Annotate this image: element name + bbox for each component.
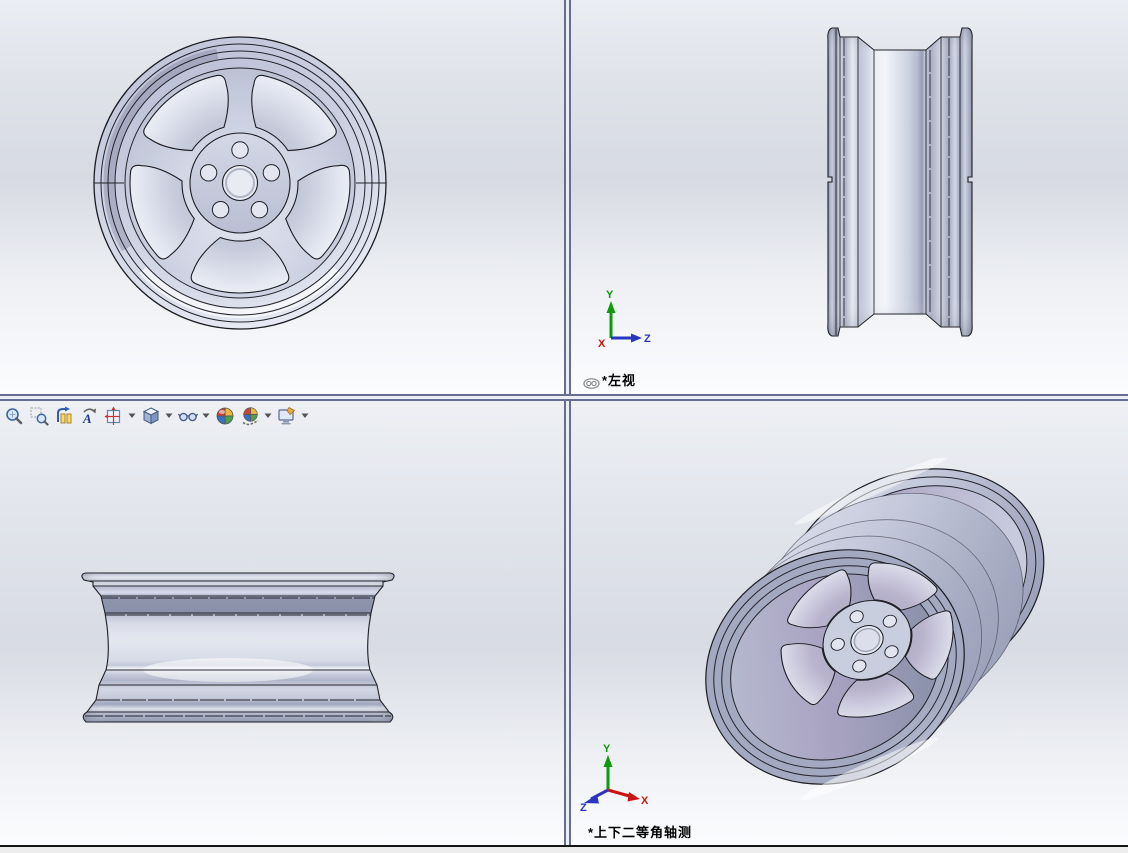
svg-text:A: A bbox=[82, 411, 92, 426]
chevron-down-icon bbox=[128, 413, 136, 419]
edit-appearance-button[interactable] bbox=[213, 405, 236, 428]
view-settings-dropdown[interactable] bbox=[300, 405, 310, 428]
apply-scene-dropdown[interactable] bbox=[263, 405, 273, 428]
viewport-dimetric[interactable] bbox=[571, 401, 1128, 845]
view-orientation-dropdown[interactable] bbox=[164, 405, 174, 428]
cad-four-viewport-window: A bbox=[0, 0, 1128, 853]
vertical-splitter[interactable] bbox=[564, 0, 571, 845]
hide-show-items-dropdown[interactable] bbox=[201, 405, 211, 428]
view-link-icon bbox=[583, 376, 600, 394]
triad-x-label: X bbox=[641, 795, 649, 807]
view-settings-button[interactable] bbox=[275, 405, 298, 428]
window-bottom-edge bbox=[0, 845, 1128, 853]
wheel-side-view-model[interactable] bbox=[78, 566, 398, 731]
view-orientation-cube-icon bbox=[141, 406, 161, 426]
wheel-left-view-model[interactable] bbox=[822, 22, 982, 342]
previous-view-icon bbox=[54, 406, 74, 426]
appearance-ball-icon bbox=[215, 406, 235, 426]
viewport-left[interactable] bbox=[571, 0, 1128, 394]
section-view-button[interactable] bbox=[102, 405, 125, 428]
view-label-left: *左视 bbox=[602, 370, 636, 389]
wheel-dimetric-view-model[interactable] bbox=[695, 458, 1055, 806]
zoom-to-fit-icon bbox=[4, 406, 24, 426]
triad-x-label: X bbox=[598, 338, 606, 350]
zoom-to-area-button[interactable] bbox=[27, 405, 50, 428]
section-view-dropdown[interactable] bbox=[127, 405, 137, 428]
scene-ball-icon bbox=[240, 406, 260, 426]
glasses-icon bbox=[178, 406, 198, 426]
chevron-down-icon bbox=[264, 413, 272, 419]
view-settings-icon bbox=[277, 406, 297, 426]
zoom-to-fit-button[interactable] bbox=[2, 405, 25, 428]
rotate-view-button[interactable]: A bbox=[77, 405, 100, 428]
triad-z-label: Z bbox=[644, 333, 651, 345]
triad-z-label: Z bbox=[580, 802, 587, 812]
orientation-triad-dimetric-view: Y X Z bbox=[578, 742, 650, 817]
zoom-to-area-icon bbox=[29, 406, 49, 426]
chevron-down-icon bbox=[202, 413, 210, 419]
rotate-view-icon: A bbox=[79, 406, 99, 426]
chevron-down-icon bbox=[165, 413, 173, 419]
hide-show-items-button[interactable] bbox=[176, 405, 199, 428]
view-label-dimetric: *上下二等角轴测 bbox=[588, 822, 692, 841]
triad-y-label: Y bbox=[603, 743, 611, 755]
horizontal-splitter[interactable] bbox=[0, 394, 1128, 401]
previous-view-button[interactable] bbox=[52, 405, 75, 428]
wheel-front-view-model[interactable] bbox=[85, 25, 395, 345]
view-orientation-button[interactable] bbox=[139, 405, 162, 428]
section-view-icon bbox=[104, 406, 124, 426]
viewport-front[interactable] bbox=[0, 0, 564, 394]
chevron-down-icon bbox=[301, 413, 309, 419]
heads-up-view-toolbar: A bbox=[2, 403, 310, 429]
orientation-triad-left-view: Y Z X bbox=[585, 288, 653, 355]
apply-scene-button[interactable] bbox=[238, 405, 261, 428]
viewport-side[interactable]: A bbox=[0, 401, 564, 845]
triad-y-label: Y bbox=[606, 289, 614, 301]
